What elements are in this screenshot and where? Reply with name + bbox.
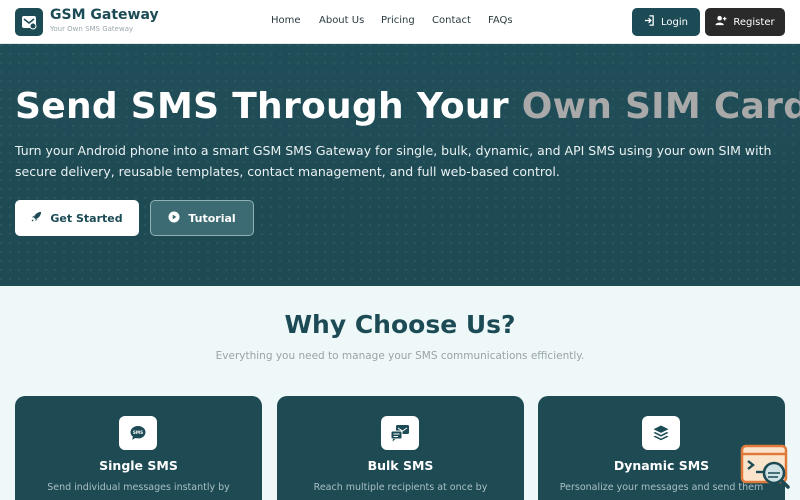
feature-card-single-sms: SMS Single SMS Send individual messages … — [15, 396, 262, 500]
navbar: GSM Gateway Your Own SMS Gateway Home Ab… — [0, 0, 800, 44]
chat-widget-icon[interactable] — [740, 444, 792, 490]
tutorial-label: Tutorial — [188, 211, 236, 225]
register-label: Register — [733, 16, 775, 28]
card-text: Personalize your messages and send them — [559, 482, 764, 493]
svg-text:SMS: SMS — [133, 430, 143, 435]
hero-title: Send SMS Through Your Own SIM Card — [15, 86, 800, 127]
layers-icon — [642, 416, 680, 450]
bulk-sms-icon — [381, 416, 419, 450]
brand-tagline: Your Own SMS Gateway — [50, 25, 134, 33]
hero-title-main: Send SMS Through Your — [15, 86, 522, 127]
card-title: Bulk SMS — [367, 458, 434, 473]
rocket-icon — [31, 211, 42, 225]
hero-subtitle: Turn your Android phone into a smart GSM… — [15, 143, 772, 179]
brand-name[interactable]: GSM Gateway — [50, 7, 159, 23]
register-button[interactable]: Register — [705, 8, 785, 36]
login-button[interactable]: Login — [632, 8, 700, 36]
feature-card-bulk-sms: Bulk SMS Reach multiple recipients at on… — [277, 396, 524, 500]
login-label: Login — [661, 16, 688, 28]
logo-icon[interactable] — [15, 8, 43, 36]
get-started-label: Get Started — [50, 211, 123, 225]
card-title: Single SMS — [99, 458, 178, 473]
nav-link-contact[interactable]: Contact — [432, 15, 471, 26]
section-title: Why Choose Us? — [284, 310, 516, 339]
login-icon — [644, 15, 655, 29]
get-started-button[interactable]: Get Started — [15, 200, 139, 236]
nav-link-faqs[interactable]: FAQs — [488, 15, 513, 26]
add-user-icon — [715, 15, 727, 29]
hero-title-highlight: Own SIM Card — [521, 86, 800, 127]
nav-link-home[interactable]: Home — [271, 15, 301, 26]
section-subtitle: Everything you need to manage your SMS c… — [215, 350, 585, 362]
card-text: Reach multiple recipients at once by — [313, 482, 488, 493]
play-circle-icon — [168, 211, 180, 226]
nav-link-about-us[interactable]: About Us — [319, 15, 364, 26]
nav-link-pricing[interactable]: Pricing — [381, 15, 415, 26]
sms-bubble-icon: SMS — [119, 416, 157, 450]
card-text: Send individual messages instantly by — [47, 482, 230, 493]
tutorial-button[interactable]: Tutorial — [150, 200, 254, 236]
